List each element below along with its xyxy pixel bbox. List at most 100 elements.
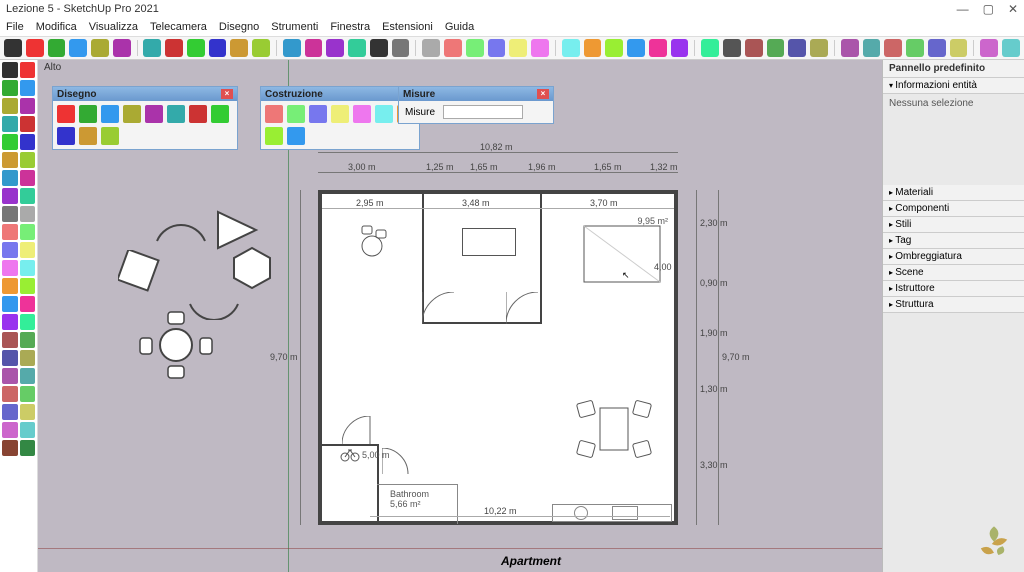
- tool-button-15-0[interactable]: [2, 332, 18, 348]
- toolbar-button-43[interactable]: [1002, 39, 1020, 57]
- menu-strumenti[interactable]: Strumenti: [271, 21, 318, 33]
- close-icon[interactable]: ✕: [1008, 2, 1018, 16]
- disegno-tool-0[interactable]: [57, 105, 75, 123]
- panel-costruzione[interactable]: Costruzione×: [260, 86, 420, 150]
- toolbar-button-21[interactable]: [488, 39, 506, 57]
- tool-button-1-1[interactable]: [20, 80, 36, 96]
- tray-section-istruttore[interactable]: Istruttore: [883, 281, 1024, 297]
- disegno-tool-7[interactable]: [211, 105, 229, 123]
- toolbar-button-25[interactable]: [584, 39, 602, 57]
- toolbar-button-39[interactable]: [906, 39, 924, 57]
- shape-arc[interactable]: [153, 205, 209, 248]
- toolbar-button-27[interactable]: [627, 39, 645, 57]
- toolbar-button-26[interactable]: [605, 39, 623, 57]
- tool-button-12-0[interactable]: [2, 278, 18, 294]
- viewport[interactable]: Alto Disegno× Costruzione× Misure× Misur…: [38, 60, 1024, 572]
- tool-button-14-0[interactable]: [2, 314, 18, 330]
- disegno-tool-5[interactable]: [167, 105, 185, 123]
- tool-button-18-0[interactable]: [2, 386, 18, 402]
- toolbar-button-11[interactable]: [252, 39, 270, 57]
- toolbar-button-20[interactable]: [466, 39, 484, 57]
- toolbar-button-2[interactable]: [48, 39, 66, 57]
- panel-close-icon[interactable]: ×: [221, 89, 233, 99]
- tool-button-9-1[interactable]: [20, 224, 36, 240]
- toolbar-button-4[interactable]: [91, 39, 109, 57]
- tool-button-19-1[interactable]: [20, 404, 36, 420]
- tool-button-5-1[interactable]: [20, 152, 36, 168]
- tool-button-3-0[interactable]: [2, 116, 18, 132]
- disegno-tool-1[interactable]: [79, 105, 97, 123]
- tool-button-4-0[interactable]: [2, 134, 18, 150]
- menu-finestra[interactable]: Finestra: [330, 21, 370, 33]
- disegno-tool-10[interactable]: [101, 127, 119, 145]
- costruzione-tool-7[interactable]: [265, 127, 283, 145]
- costruzione-tool-3[interactable]: [331, 105, 349, 123]
- tool-button-8-0[interactable]: [2, 206, 18, 222]
- furniture-dining[interactable]: [574, 394, 654, 467]
- tool-button-3-1[interactable]: [20, 116, 36, 132]
- toolbar-button-5[interactable]: [113, 39, 131, 57]
- tool-button-15-1[interactable]: [20, 332, 36, 348]
- menu-modifica[interactable]: Modifica: [36, 21, 77, 33]
- disegno-tool-3[interactable]: [123, 105, 141, 123]
- tool-button-1-0[interactable]: [2, 80, 18, 96]
- toolbar-button-41[interactable]: [950, 39, 968, 57]
- toolbar-button-12[interactable]: [283, 39, 301, 57]
- bicycle-icon[interactable]: [340, 448, 360, 465]
- tool-button-10-1[interactable]: [20, 242, 36, 258]
- costruzione-tool-8[interactable]: [287, 127, 305, 145]
- tool-button-21-0[interactable]: [2, 440, 18, 456]
- toolbar-button-15[interactable]: [348, 39, 366, 57]
- floor-plan[interactable]: ↖ Bathroom 5,66 m² 5,00 m: [318, 190, 678, 525]
- toolbar-button-37[interactable]: [863, 39, 881, 57]
- toolbar-button-13[interactable]: [305, 39, 323, 57]
- toolbar-button-32[interactable]: [745, 39, 763, 57]
- toolbar-button-10[interactable]: [230, 39, 248, 57]
- costruzione-tool-4[interactable]: [353, 105, 371, 123]
- tool-button-16-0[interactable]: [2, 350, 18, 366]
- furniture-bed[interactable]: [462, 228, 516, 256]
- toolbar-button-16[interactable]: [370, 39, 388, 57]
- toolbar-button-42[interactable]: [980, 39, 998, 57]
- tool-button-2-1[interactable]: [20, 98, 36, 114]
- toolbar-button-9[interactable]: [209, 39, 227, 57]
- menu-estensioni[interactable]: Estensioni: [382, 21, 433, 33]
- disegno-tool-4[interactable]: [145, 105, 163, 123]
- tool-button-2-0[interactable]: [2, 98, 18, 114]
- panel-disegno[interactable]: Disegno×: [52, 86, 238, 150]
- minimize-icon[interactable]: —: [957, 2, 969, 16]
- toolbar-button-0[interactable]: [4, 39, 22, 57]
- toolbar-button-24[interactable]: [562, 39, 580, 57]
- tool-button-5-0[interactable]: [2, 152, 18, 168]
- toolbar-button-34[interactable]: [788, 39, 806, 57]
- toolbar-button-19[interactable]: [444, 39, 462, 57]
- toolbar-button-7[interactable]: [165, 39, 183, 57]
- menu-telecamera[interactable]: Telecamera: [150, 21, 207, 33]
- toolbar-button-36[interactable]: [841, 39, 859, 57]
- tray-section-scene[interactable]: Scene: [883, 265, 1024, 281]
- disegno-tool-6[interactable]: [189, 105, 207, 123]
- tool-button-21-1[interactable]: [20, 440, 36, 456]
- tool-button-0-0[interactable]: [2, 62, 18, 78]
- toolbar-button-1[interactable]: [26, 39, 44, 57]
- tool-button-11-1[interactable]: [20, 260, 36, 276]
- panel-misure[interactable]: Misure× Misure: [398, 86, 554, 124]
- measure-input[interactable]: [443, 105, 523, 119]
- maximize-icon[interactable]: ▢: [983, 2, 994, 16]
- disegno-tool-9[interactable]: [79, 127, 97, 145]
- tool-button-14-1[interactable]: [20, 314, 36, 330]
- tool-button-20-1[interactable]: [20, 422, 36, 438]
- tray-section-ombreggiatura[interactable]: Ombreggiatura: [883, 249, 1024, 265]
- toolbar-button-38[interactable]: [884, 39, 902, 57]
- tray-section-struttura[interactable]: Struttura: [883, 297, 1024, 313]
- toolbar-button-3[interactable]: [69, 39, 87, 57]
- tool-button-13-1[interactable]: [20, 296, 36, 312]
- toolbar-button-18[interactable]: [422, 39, 440, 57]
- toolbar-button-33[interactable]: [767, 39, 785, 57]
- toolbar-button-31[interactable]: [723, 39, 741, 57]
- tool-button-8-1[interactable]: [20, 206, 36, 222]
- furniture-round-table[interactable]: [352, 224, 392, 267]
- tool-button-19-0[interactable]: [2, 404, 18, 420]
- disegno-tool-2[interactable]: [101, 105, 119, 123]
- tool-button-0-1[interactable]: [20, 62, 36, 78]
